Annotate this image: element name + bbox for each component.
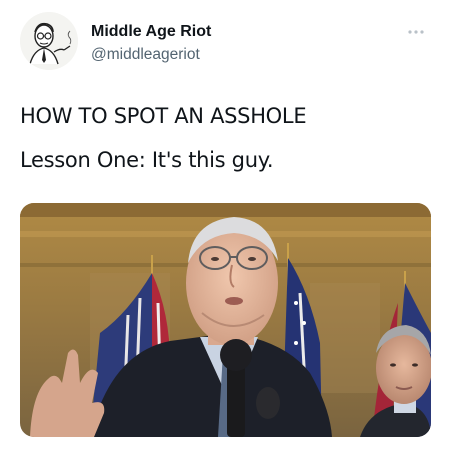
caricature-avatar-icon: [20, 12, 78, 70]
author-handle[interactable]: @middleageriot: [91, 46, 200, 64]
tweet-photo[interactable]: [20, 203, 431, 437]
more-options-button[interactable]: [404, 24, 428, 40]
photo-image: [20, 203, 431, 437]
more-options-icon: [408, 30, 424, 34]
author-avatar[interactable]: [20, 12, 78, 70]
tweet-text-line-2: Lesson One: It's this guy.: [20, 148, 274, 172]
tweet-card[interactable]: Middle Age Riot @middleageriot HOW TO SP…: [0, 0, 450, 452]
tweet-text-line-1: HOW TO SPOT AN ASSHOLE: [20, 104, 307, 128]
author-display-name[interactable]: Middle Age Riot: [91, 23, 211, 41]
